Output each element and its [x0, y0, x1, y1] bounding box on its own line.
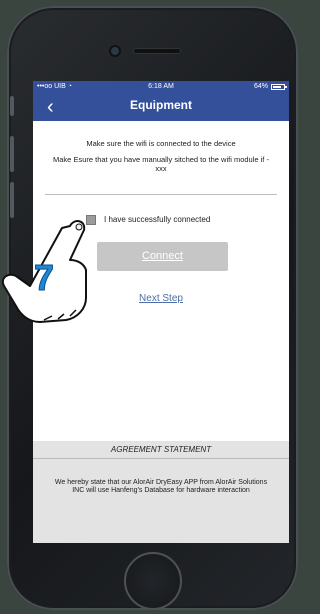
status-time: 6:18 AM [148, 83, 174, 90]
front-camera [111, 47, 119, 55]
instruction-switch: Make Esure that you have manually sitche… [53, 155, 269, 173]
connect-button[interactable]: Connect [97, 242, 228, 271]
battery-percent: 64% [253, 83, 268, 90]
agreement-divider [33, 458, 289, 459]
connected-checkbox-label[interactable]: I have successfully connected [104, 215, 210, 224]
battery-status: 64% [253, 83, 287, 90]
step-number: 7 [34, 257, 54, 298]
instruction-wifi: Make sure the wifi is connected to the d… [86, 139, 236, 148]
agreement-title: AGREEMENT STATEMENT [110, 445, 212, 454]
navigation-bar: •••oo UIB ◔ 6:18 AM 64% ‹ Equipment [33, 81, 289, 121]
agreement-panel: AGREEMENT STATEMENT We hereby state that… [33, 441, 289, 543]
volume-up-button [10, 136, 14, 172]
divider [45, 194, 277, 195]
page-title: Equipment [130, 98, 192, 112]
agreement-text: We hereby state that our AlorAir DryEasy… [54, 479, 268, 494]
earpiece-speaker [133, 48, 181, 54]
battery-icon [271, 83, 287, 90]
mute-switch [10, 96, 14, 116]
home-button[interactable] [124, 552, 182, 610]
volume-down-button [10, 182, 14, 218]
hand-pointer-icon: 7 [2, 220, 87, 323]
